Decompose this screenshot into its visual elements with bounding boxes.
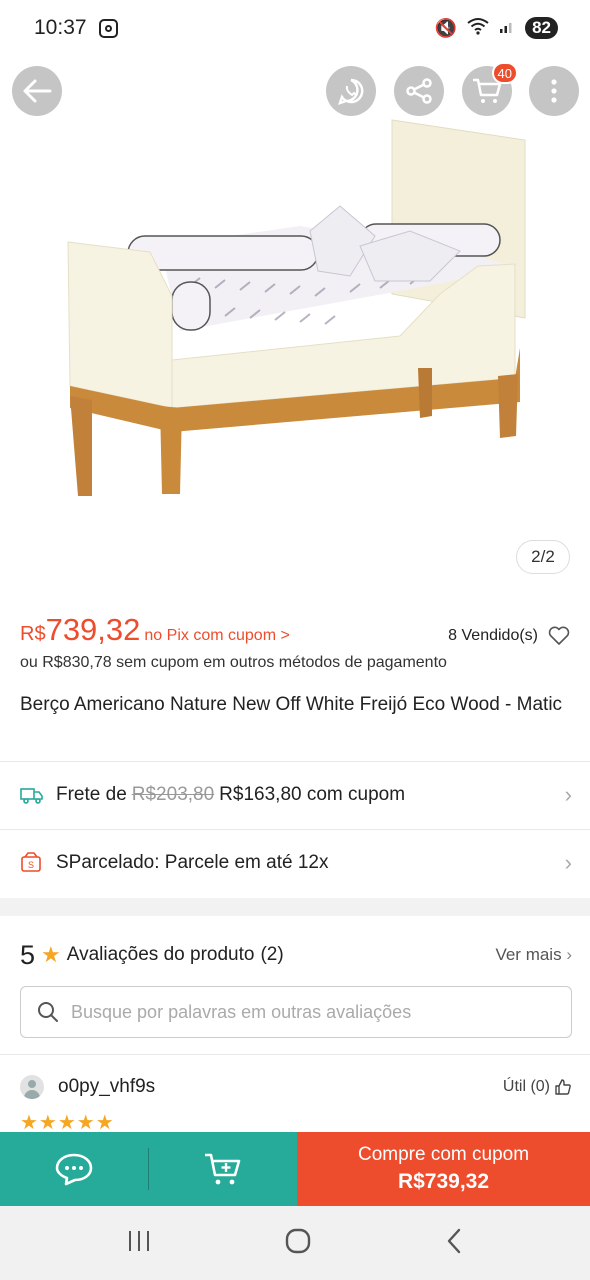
alternative-price: ou R$830,78 sem cupom em outros métodos …: [20, 654, 447, 671]
more-vertical-icon: [551, 79, 557, 103]
truck-icon: [20, 786, 44, 804]
whatsapp-share-button[interactable]: [326, 66, 376, 116]
signal-icon: [499, 18, 515, 39]
useful-label: Útil (0): [502, 1078, 550, 1095]
share-icon: [406, 78, 432, 104]
svg-text:S: S: [28, 860, 34, 870]
chat-icon: [55, 1153, 93, 1186]
home-button[interactable]: [284, 1227, 312, 1260]
product-title: Berço Americano Nature New Off White Fre…: [20, 694, 563, 715]
see-more-label: Ver mais: [495, 945, 562, 964]
product-image: [67, 119, 526, 496]
reviews-search-input[interactable]: [71, 1001, 571, 1023]
mute-icon: 🔇: [434, 17, 458, 38]
cart-button[interactable]: 40: [462, 62, 518, 116]
back-chevron-icon: [447, 1228, 461, 1253]
more-options-button[interactable]: [529, 66, 579, 116]
reviews-title: Avaliações do produto: [66, 944, 255, 965]
price-currency: R$: [20, 623, 46, 645]
battery-indicator: 82: [525, 17, 558, 39]
section-gap: [0, 898, 590, 916]
search-icon: [38, 1002, 58, 1022]
buy-with-coupon-button[interactable]: Compre com cupom R$739,32: [297, 1132, 590, 1206]
home-icon: [285, 1228, 311, 1253]
rating-value: 5: [20, 939, 36, 970]
see-more-link[interactable]: Ver mais ›: [495, 945, 572, 965]
installment-icon: S: [20, 852, 44, 874]
shipping-prefix: Frete de: [56, 784, 127, 805]
button-separator: [148, 1132, 149, 1206]
shipping-old-price: R$203,80: [131, 784, 215, 805]
instagram-icon: [98, 18, 118, 38]
cart-count-badge: 40: [491, 62, 518, 84]
status-time: 10:37: [34, 16, 87, 39]
buy-button-label: Compre com cupom: [357, 1144, 530, 1165]
installments-row[interactable]: S SParcelado: Parcele em até 12x ›: [0, 830, 590, 896]
heart-icon[interactable]: [548, 626, 570, 646]
thumbs-up-icon: [555, 1079, 571, 1095]
shipping-new-price: R$163,80 com cupom: [219, 784, 406, 805]
chevron-right-icon: ›: [566, 945, 572, 964]
review-username: o0py_vhf9s: [58, 1076, 156, 1097]
sold-count: 8 Vendido(s): [448, 626, 570, 646]
shipping-row[interactable]: Frete de R$203,80 R$163,80 com cupom ›: [0, 762, 590, 828]
status-bar: 10:37 🔇 82: [0, 0, 590, 56]
whatsapp-icon: [338, 78, 364, 105]
bottom-action-bar: Compre com cupom R$739,32: [0, 1132, 590, 1206]
system-navigation-bar: [0, 1206, 590, 1280]
sold-count-text: 8 Vendido(s): [448, 627, 538, 644]
chevron-right-icon: ›: [564, 782, 572, 807]
add-to-cart-icon: [205, 1153, 241, 1185]
buy-button-price: R$739,32: [397, 1170, 490, 1193]
reviews-count: (2): [260, 944, 284, 965]
add-to-cart-button[interactable]: [149, 1132, 297, 1206]
installments-label: SParcelado: Parcele em até 12x: [56, 852, 329, 873]
avatar: [20, 1075, 44, 1099]
reviews-search-box[interactable]: [20, 986, 572, 1038]
chat-button[interactable]: [0, 1132, 148, 1206]
useful-button[interactable]: Útil (0): [503, 1078, 572, 1096]
divider: [0, 1054, 590, 1055]
recent-apps-button[interactable]: [126, 1229, 152, 1258]
image-page-indicator: 2/2: [516, 540, 570, 574]
chevron-right-icon: ›: [564, 850, 572, 875]
reviews-header: 5 ★ Avaliações do produto (2) Ver mais ›: [20, 935, 572, 975]
product-price: 739,32: [45, 612, 141, 647]
recent-apps-icon: [129, 1230, 149, 1251]
share-button[interactable]: [394, 66, 444, 116]
pix-coupon-link[interactable]: no Pix com cupom >: [144, 627, 289, 645]
back-arrow-icon: [23, 79, 52, 103]
review-item-header: o0py_vhf9s Útil (0): [20, 1072, 572, 1102]
price-row: R$ 739,32 no Pix com cupom > 8 Vendido(s…: [20, 612, 570, 652]
product-image-carousel[interactable]: 40 2/2: [0, 56, 590, 596]
wifi-icon: [467, 17, 489, 40]
back-button[interactable]: [12, 66, 62, 116]
back-nav-button[interactable]: [444, 1227, 464, 1260]
star-icon: ★: [41, 942, 61, 967]
